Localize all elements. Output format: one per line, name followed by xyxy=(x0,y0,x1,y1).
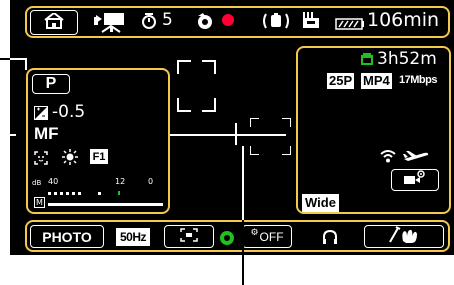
battery-icon xyxy=(335,15,365,34)
record-dot-icon xyxy=(222,14,234,26)
touch-decoration-icon xyxy=(387,225,421,248)
photo-button[interactable]: PHOTO xyxy=(30,225,104,248)
af-frame-button[interactable] xyxy=(164,225,214,248)
audio-meter-m-box: M xyxy=(34,197,45,208)
exposure-value: -0.5 xyxy=(52,102,86,122)
callout-line-left-white-vertical xyxy=(25,58,27,70)
touch-decoration-button[interactable] xyxy=(364,225,444,248)
video-settings-icon xyxy=(403,170,427,190)
audio-tick-40: 40 xyxy=(48,177,59,186)
audio-tick-12: 12 xyxy=(115,177,126,186)
image-stabilizer-icon[interactable] xyxy=(262,11,290,35)
remaining-time: 3h52m xyxy=(377,49,437,69)
crosshair-vertical xyxy=(235,123,237,145)
audio-db-label: dB xyxy=(32,179,42,187)
off-settings-icon: ⚙ xyxy=(250,227,259,238)
battery-time: 106min xyxy=(367,9,440,31)
sd-card-icon xyxy=(360,52,374,71)
zoom-badge: Wide xyxy=(302,194,339,212)
zoom-label: Wide xyxy=(305,195,336,210)
af-frame-icon xyxy=(180,227,198,246)
green-dot-icon xyxy=(220,230,234,249)
home-button[interactable] xyxy=(30,10,78,35)
white-balance-sun-icon xyxy=(62,149,78,169)
camera-screen: 5 106min P -0.5 MF F1 dB 40 12 0 M 3h52m… xyxy=(10,0,454,255)
crosshair-line-center xyxy=(170,134,286,136)
wind-filter-icon[interactable] xyxy=(300,10,322,36)
exposure-icon xyxy=(34,105,48,124)
flash-icon[interactable] xyxy=(196,12,214,34)
audio-level-meter xyxy=(48,190,168,212)
photo-label: PHOTO xyxy=(42,228,92,245)
format-badge: MP4 xyxy=(361,73,392,89)
callout-line-left-white xyxy=(10,58,26,60)
audio-m-label: M xyxy=(36,198,43,207)
movie-camera-icon[interactable] xyxy=(92,11,130,37)
off-button[interactable]: ⚙ OFF xyxy=(242,225,292,248)
tracking-bracket-br xyxy=(282,146,291,155)
audio-tick-0: 0 xyxy=(148,177,154,186)
crosshair-line-left xyxy=(10,134,16,136)
aircraft-icon xyxy=(402,148,430,167)
callout-line-bottom-white xyxy=(242,146,244,220)
program-button[interactable]: P xyxy=(32,74,70,94)
af-bracket-br xyxy=(202,98,216,112)
self-timer-value: 5 xyxy=(162,10,173,30)
f1-icon: F1 xyxy=(90,149,108,164)
format: MP4 xyxy=(363,73,390,88)
frame-rate-badge: 25P xyxy=(327,73,355,89)
tracking-bracket-tr xyxy=(282,118,291,127)
headphone-icon[interactable] xyxy=(322,229,338,249)
self-timer-icon[interactable] xyxy=(140,12,158,34)
af-bracket-tr xyxy=(202,60,216,74)
focus-label: MF xyxy=(34,124,59,143)
af-bracket-bl xyxy=(177,98,191,112)
tracking-bracket-tl xyxy=(250,118,259,127)
video-settings-button[interactable] xyxy=(391,169,439,191)
af-bracket-tl xyxy=(177,60,191,74)
bitrate: 17Mbps xyxy=(399,74,437,86)
program-label: P xyxy=(45,75,57,92)
flicker-badge[interactable]: 50Hz xyxy=(116,228,150,246)
home-icon xyxy=(44,11,64,33)
wifi-icon xyxy=(380,148,396,167)
off-label: OFF xyxy=(259,229,284,244)
tracking-bracket-bl xyxy=(250,146,259,155)
face-detection-icon xyxy=(34,150,48,169)
frame-rate: 25P xyxy=(329,73,353,88)
flicker-label: 50Hz xyxy=(119,230,147,244)
